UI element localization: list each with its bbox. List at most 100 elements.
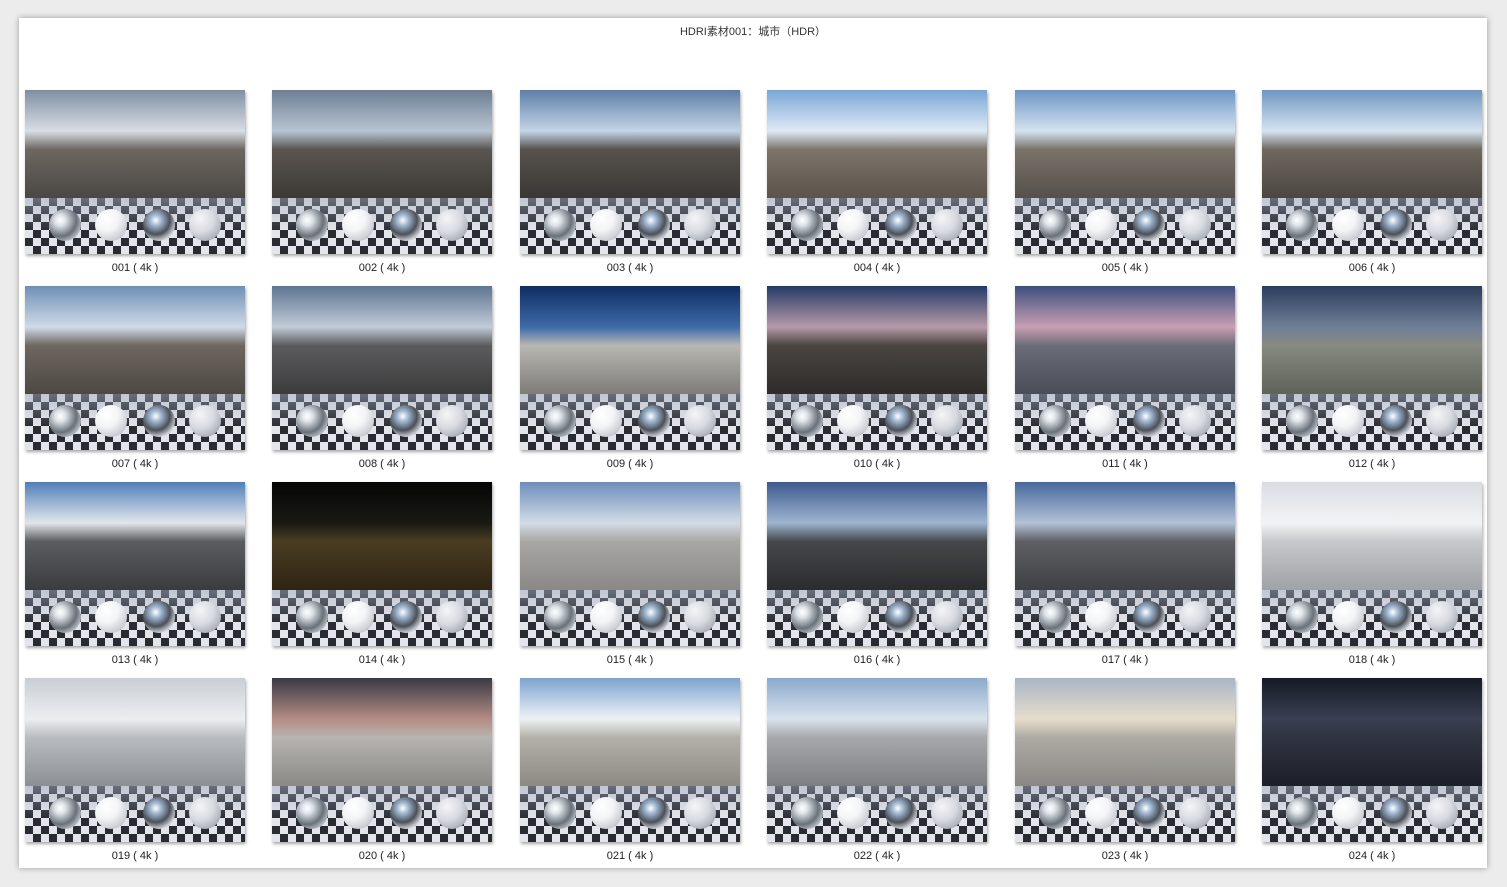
hdri-item[interactable]: 001 ( 4k ) [25,90,245,278]
checker-floor [520,198,740,254]
hdri-item[interactable]: 004 ( 4k ) [767,90,987,278]
glass-sphere [1133,405,1165,437]
environment-panorama [272,90,492,198]
environment-panorama [520,678,740,786]
grey-sphere [1179,601,1211,633]
hdri-preview-thumbnail[interactable] [1015,482,1235,646]
hdri-item[interactable]: 002 ( 4k ) [272,90,492,278]
hdri-item[interactable]: 015 ( 4k ) [520,482,740,670]
checker-floor [520,786,740,842]
hdri-preview-thumbnail[interactable] [272,90,492,254]
hdri-item[interactable]: 020 ( 4k ) [272,678,492,866]
glass-sphere [143,405,175,437]
chrome-sphere [1286,797,1318,829]
chrome-sphere [1286,601,1318,633]
hdri-item[interactable]: 006 ( 4k ) [1262,90,1482,278]
grey-sphere [931,405,963,437]
white-sphere [837,405,869,437]
hdri-item-label: 015 ( 4k ) [606,654,654,666]
hdri-item[interactable]: 023 ( 4k ) [1015,678,1235,866]
environment-panorama [1015,90,1235,198]
white-sphere [837,209,869,241]
checker-floor [1015,394,1235,450]
hdri-preview-thumbnail[interactable] [272,286,492,450]
hdri-preview-thumbnail[interactable] [25,482,245,646]
white-sphere [95,797,127,829]
hdri-preview-thumbnail[interactable] [520,482,740,646]
hdri-preview-thumbnail[interactable] [1015,90,1235,254]
hdri-item-label: 008 ( 4k ) [358,458,406,470]
environment-panorama [25,286,245,394]
white-sphere [342,601,374,633]
hdri-item[interactable]: 018 ( 4k ) [1262,482,1482,670]
hdri-preview-thumbnail[interactable] [767,90,987,254]
environment-panorama [25,482,245,590]
hdri-item[interactable]: 014 ( 4k ) [272,482,492,670]
glass-sphere [143,797,175,829]
hdri-preview-thumbnail[interactable] [767,482,987,646]
environment-panorama [767,90,987,198]
hdri-item-label: 005 ( 4k ) [1101,262,1149,274]
glass-sphere [143,209,175,241]
hdri-preview-thumbnail[interactable] [1262,482,1482,646]
hdri-preview-thumbnail[interactable] [25,678,245,842]
grey-sphere [931,209,963,241]
checker-floor [272,786,492,842]
hdri-item[interactable]: 016 ( 4k ) [767,482,987,670]
chrome-sphere [544,209,576,241]
checker-floor [272,198,492,254]
hdri-item-label: 018 ( 4k ) [1348,654,1396,666]
glass-sphere [885,601,917,633]
hdri-preview-thumbnail[interactable] [1262,90,1482,254]
hdri-item[interactable]: 007 ( 4k ) [25,286,245,474]
grey-sphere [189,405,221,437]
environment-panorama [1262,90,1482,198]
white-sphere [95,209,127,241]
white-sphere [1332,209,1364,241]
hdri-item-label: 016 ( 4k ) [853,654,901,666]
environment-panorama [272,482,492,590]
hdri-preview-thumbnail[interactable] [25,90,245,254]
grey-sphere [1426,601,1458,633]
hdri-thumbnail-grid: 001 ( 4k ) 002 ( 4k ) 003 ( 4k ) 004 ( 4k )… [25,90,1483,866]
hdri-preview-thumbnail[interactable] [1015,678,1235,842]
hdri-item[interactable]: 021 ( 4k ) [520,678,740,866]
checker-floor [25,394,245,450]
hdri-preview-thumbnail[interactable] [1262,678,1482,842]
glass-sphere [1133,797,1165,829]
hdri-item[interactable]: 010 ( 4k ) [767,286,987,474]
white-sphere [1085,209,1117,241]
hdri-item[interactable]: 019 ( 4k ) [25,678,245,866]
hdri-preview-thumbnail[interactable] [1262,286,1482,450]
hdri-preview-thumbnail[interactable] [520,286,740,450]
white-sphere [1332,797,1364,829]
hdri-preview-thumbnail[interactable] [272,678,492,842]
checker-floor [520,394,740,450]
checker-floor [1262,198,1482,254]
hdri-preview-thumbnail[interactable] [1015,286,1235,450]
hdri-item[interactable]: 017 ( 4k ) [1015,482,1235,670]
hdri-item[interactable]: 009 ( 4k ) [520,286,740,474]
hdri-item[interactable]: 013 ( 4k ) [25,482,245,670]
chrome-sphere [544,601,576,633]
hdri-preview-thumbnail[interactable] [25,286,245,450]
hdri-item-label: 023 ( 4k ) [1101,850,1149,862]
hdri-preview-thumbnail[interactable] [767,286,987,450]
chrome-sphere [1039,405,1071,437]
hdri-item[interactable]: 024 ( 4k ) [1262,678,1482,866]
hdri-item[interactable]: 005 ( 4k ) [1015,90,1235,278]
hdri-item[interactable]: 011 ( 4k ) [1015,286,1235,474]
grey-sphere [684,405,716,437]
hdri-item[interactable]: 012 ( 4k ) [1262,286,1482,474]
hdri-preview-thumbnail[interactable] [520,90,740,254]
hdri-item[interactable]: 022 ( 4k ) [767,678,987,866]
hdri-preview-thumbnail[interactable] [767,678,987,842]
checker-floor [25,590,245,646]
hdri-item[interactable]: 003 ( 4k ) [520,90,740,278]
hdri-preview-thumbnail[interactable] [520,678,740,842]
glass-sphere [885,209,917,241]
glass-sphere [1380,209,1412,241]
hdri-preview-thumbnail[interactable] [272,482,492,646]
hdri-item[interactable]: 008 ( 4k ) [272,286,492,474]
hdri-item-label: 021 ( 4k ) [606,850,654,862]
